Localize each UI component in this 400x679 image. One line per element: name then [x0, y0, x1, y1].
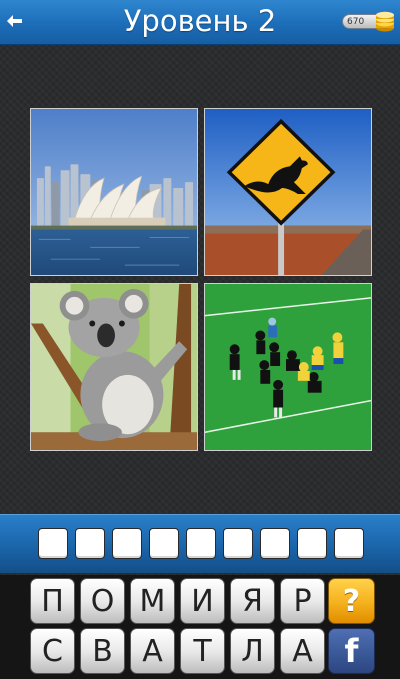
coin-stack-icon [376, 11, 394, 32]
answer-slots [38, 528, 368, 559]
letter-key[interactable]: Т [180, 628, 225, 674]
letter-key[interactable]: В [80, 628, 125, 674]
answer-slot[interactable] [260, 528, 290, 559]
letter-key[interactable]: И [180, 578, 225, 624]
picture-sydney-opera-house[interactable] [30, 108, 198, 276]
answer-slot[interactable] [75, 528, 105, 559]
answer-slot[interactable] [334, 528, 364, 559]
letter-key[interactable]: М [130, 578, 175, 624]
question-mark-icon: ? [342, 583, 361, 619]
answer-slot[interactable] [149, 528, 179, 559]
letter-key[interactable]: О [80, 578, 125, 624]
answer-slot[interactable] [38, 528, 68, 559]
picture-rugby-match[interactable] [204, 283, 372, 451]
picture-kangaroo-road-sign[interactable] [204, 108, 372, 276]
letter-key[interactable]: А [280, 628, 325, 674]
answer-slot[interactable] [223, 528, 253, 559]
letter-key[interactable]: Я [230, 578, 275, 624]
hint-button[interactable]: ? [328, 578, 375, 624]
letter-key[interactable]: С [30, 628, 75, 674]
level-title: Уровень 2 [123, 4, 277, 38]
answer-slot[interactable] [186, 528, 216, 559]
picture-koala[interactable] [30, 283, 198, 451]
picture-grid [30, 108, 372, 451]
letter-key[interactable]: Р [280, 578, 325, 624]
letter-key[interactable]: П [30, 578, 75, 624]
top-bar: Уровень 2 670 [0, 0, 400, 45]
facebook-share-button[interactable]: f [328, 628, 375, 674]
answer-slot[interactable] [112, 528, 142, 559]
letter-key[interactable]: Л [230, 628, 275, 674]
answer-slot[interactable] [297, 528, 327, 559]
coin-count: 670 [347, 17, 365, 27]
letter-key[interactable]: А [130, 628, 175, 674]
facebook-icon: f [344, 632, 359, 670]
